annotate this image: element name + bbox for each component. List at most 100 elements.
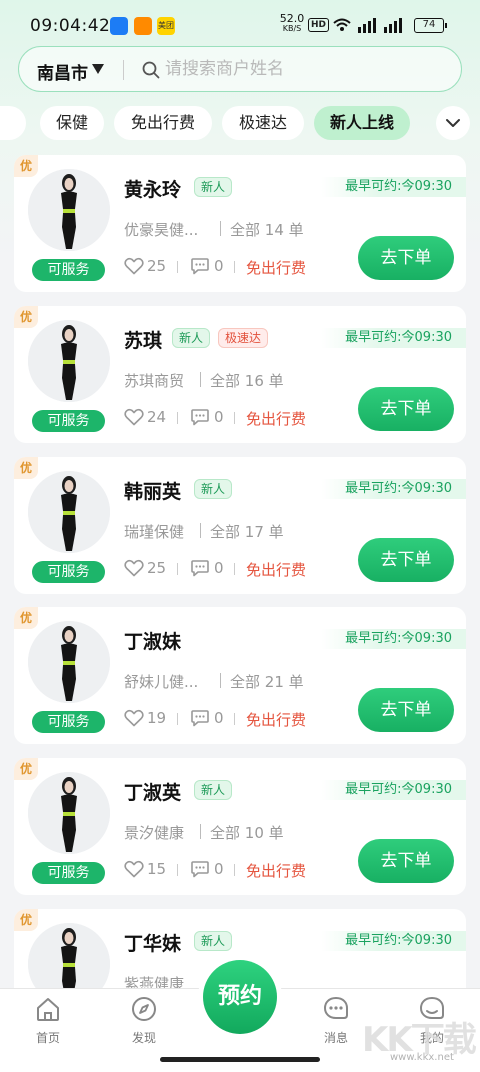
merchant-name[interactable]: 黄永玲 (124, 175, 181, 202)
comment-count: 0 (214, 709, 224, 727)
book-button[interactable]: 预约 (203, 960, 277, 1034)
search-input[interactable] (165, 55, 445, 83)
merchant-card[interactable]: 优 可服务 丁淑英 新人 最早可约:今09:30 景汐健康 全部 10 单 15 0 免出行费 去… (14, 758, 466, 895)
avatar[interactable] (28, 471, 110, 553)
earliest-available: 最早可约:今09:30 (321, 629, 466, 649)
caret-down-icon[interactable] (92, 64, 104, 74)
tab-new-arrivals[interactable]: 新人上线 (314, 106, 410, 140)
status-badge: 可服务 (32, 259, 105, 281)
merchant-name[interactable]: 丁淑妹 (124, 627, 181, 654)
avatar-photo (28, 471, 110, 553)
battery-icon: 74 (414, 18, 447, 33)
search-bar: 南昌市 (18, 46, 462, 92)
premium-badge: 优 (14, 306, 38, 328)
avatar[interactable] (28, 772, 110, 854)
new-tag: 新人 (194, 479, 233, 499)
nav-discover[interactable]: 发现 (114, 995, 174, 1046)
compass-icon (132, 997, 156, 1021)
premium-badge: 优 (14, 758, 38, 780)
hd-icon: HD (308, 18, 330, 32)
shop-name: 苏琪商贸 (124, 372, 185, 390)
like-count: 19 (147, 709, 167, 727)
premium-badge: 优 (14, 909, 38, 931)
home-indicator[interactable] (160, 1057, 320, 1062)
shop-name: 舒妹儿健... (124, 673, 199, 691)
comment-icon[interactable] (190, 256, 210, 276)
divider (200, 824, 201, 839)
comment-count: 0 (214, 408, 224, 426)
status-badge: 可服务 (32, 410, 105, 432)
place-order-button[interactable]: 去下单 (358, 839, 454, 883)
app-notification-icon (110, 17, 128, 35)
premium-badge: 优 (14, 457, 38, 479)
nav-home[interactable]: 首页 (18, 995, 78, 1046)
express-tag: 极速达 (218, 328, 269, 348)
place-order-button[interactable]: 去下单 (358, 688, 454, 732)
comment-icon[interactable] (190, 407, 210, 427)
shop-name: 优豪昊健... (124, 221, 199, 239)
merchant-name[interactable]: 丁华妹 (124, 929, 181, 956)
divider (220, 673, 221, 688)
tab-express[interactable]: 极速达 (222, 106, 304, 140)
tab-baojian[interactable]: 保健 (40, 106, 104, 140)
signal-icons (333, 18, 402, 33)
order-count: 全部 14 单 (230, 221, 304, 239)
comment-icon[interactable] (190, 708, 210, 728)
earliest-available: 最早可约:今09:30 (321, 328, 466, 348)
comment-count: 0 (214, 860, 224, 878)
nav-messages[interactable]: 消息 (306, 995, 366, 1046)
like-count: 25 (147, 559, 167, 577)
new-tag: 新人 (194, 780, 233, 800)
heart-icon[interactable] (124, 559, 144, 577)
merchant-card[interactable]: 优 可服务 苏琪 新人 极速达 最早可约:今09:30 苏琪商贸 全部 16 单 24 0 免出行… (14, 306, 466, 443)
watermark-url: www.kkx.net (390, 1052, 454, 1063)
city-selector[interactable]: 南昌市 (37, 59, 88, 84)
new-tag: 新人 (172, 328, 211, 348)
avatar[interactable] (28, 169, 110, 251)
divider (123, 60, 124, 80)
place-order-button[interactable]: 去下单 (358, 387, 454, 431)
heart-icon[interactable] (124, 408, 144, 426)
heart-icon[interactable] (124, 709, 144, 727)
divider (177, 563, 178, 575)
merchant-card[interactable]: 优 可服务 韩丽英 新人 最早可约:今09:30 瑞瑾保健 全部 17 单 25 0 免出行费 去… (14, 457, 466, 594)
tab-free-travel[interactable]: 免出行费 (114, 106, 212, 140)
comment-icon[interactable] (190, 558, 210, 578)
avatar-photo (28, 169, 110, 251)
status-badge: 可服务 (32, 711, 105, 733)
merchant-card[interactable]: 优 可服务 黄永玲 新人 最早可约:今09:30 优豪昊健... 全部 14 单 25 0 免出… (14, 155, 466, 292)
free-travel-label: 免出行费 (246, 410, 307, 428)
order-count: 全部 17 单 (210, 523, 284, 541)
heart-icon[interactable] (124, 860, 144, 878)
merchant-name[interactable]: 苏琪 (124, 326, 162, 353)
merchant-name[interactable]: 丁淑英 (124, 778, 181, 805)
place-order-button[interactable]: 去下单 (358, 538, 454, 582)
comment-count: 0 (214, 257, 224, 275)
free-travel-label: 免出行费 (246, 561, 307, 579)
avatar-photo (28, 320, 110, 402)
shop-name: 景汐健康 (124, 824, 185, 842)
nav-home-label: 首页 (35, 1031, 60, 1045)
avatar[interactable] (28, 320, 110, 402)
expand-tabs-button[interactable] (436, 106, 470, 140)
divider (177, 713, 178, 725)
heart-icon[interactable] (124, 257, 144, 275)
place-order-button[interactable]: 去下单 (358, 236, 454, 280)
tab-partial[interactable] (0, 106, 26, 140)
merchant-card[interactable]: 优 可服务 丁淑妹 最早可约:今09:30 舒妹儿健... 全部 21 单 19 0 免出行费… (14, 607, 466, 744)
avatar[interactable] (28, 621, 110, 703)
free-travel-label: 免出行费 (246, 711, 307, 729)
like-count: 24 (147, 408, 167, 426)
merchant-name[interactable]: 韩丽英 (124, 477, 181, 504)
premium-badge: 优 (14, 607, 38, 629)
divider (234, 713, 235, 725)
divider (177, 864, 178, 876)
status-badge: 可服务 (32, 561, 105, 583)
order-count: 全部 16 单 (210, 372, 284, 390)
status-badge: 可服务 (32, 862, 105, 884)
comment-icon[interactable] (190, 859, 210, 879)
earliest-available: 最早可约:今09:30 (321, 780, 466, 800)
status-bar: 09:04:42 美团 52.0 KB/S HD 74 (0, 0, 480, 44)
meituan-notification-icon: 美团 (157, 17, 175, 35)
message-icon (323, 996, 348, 1019)
